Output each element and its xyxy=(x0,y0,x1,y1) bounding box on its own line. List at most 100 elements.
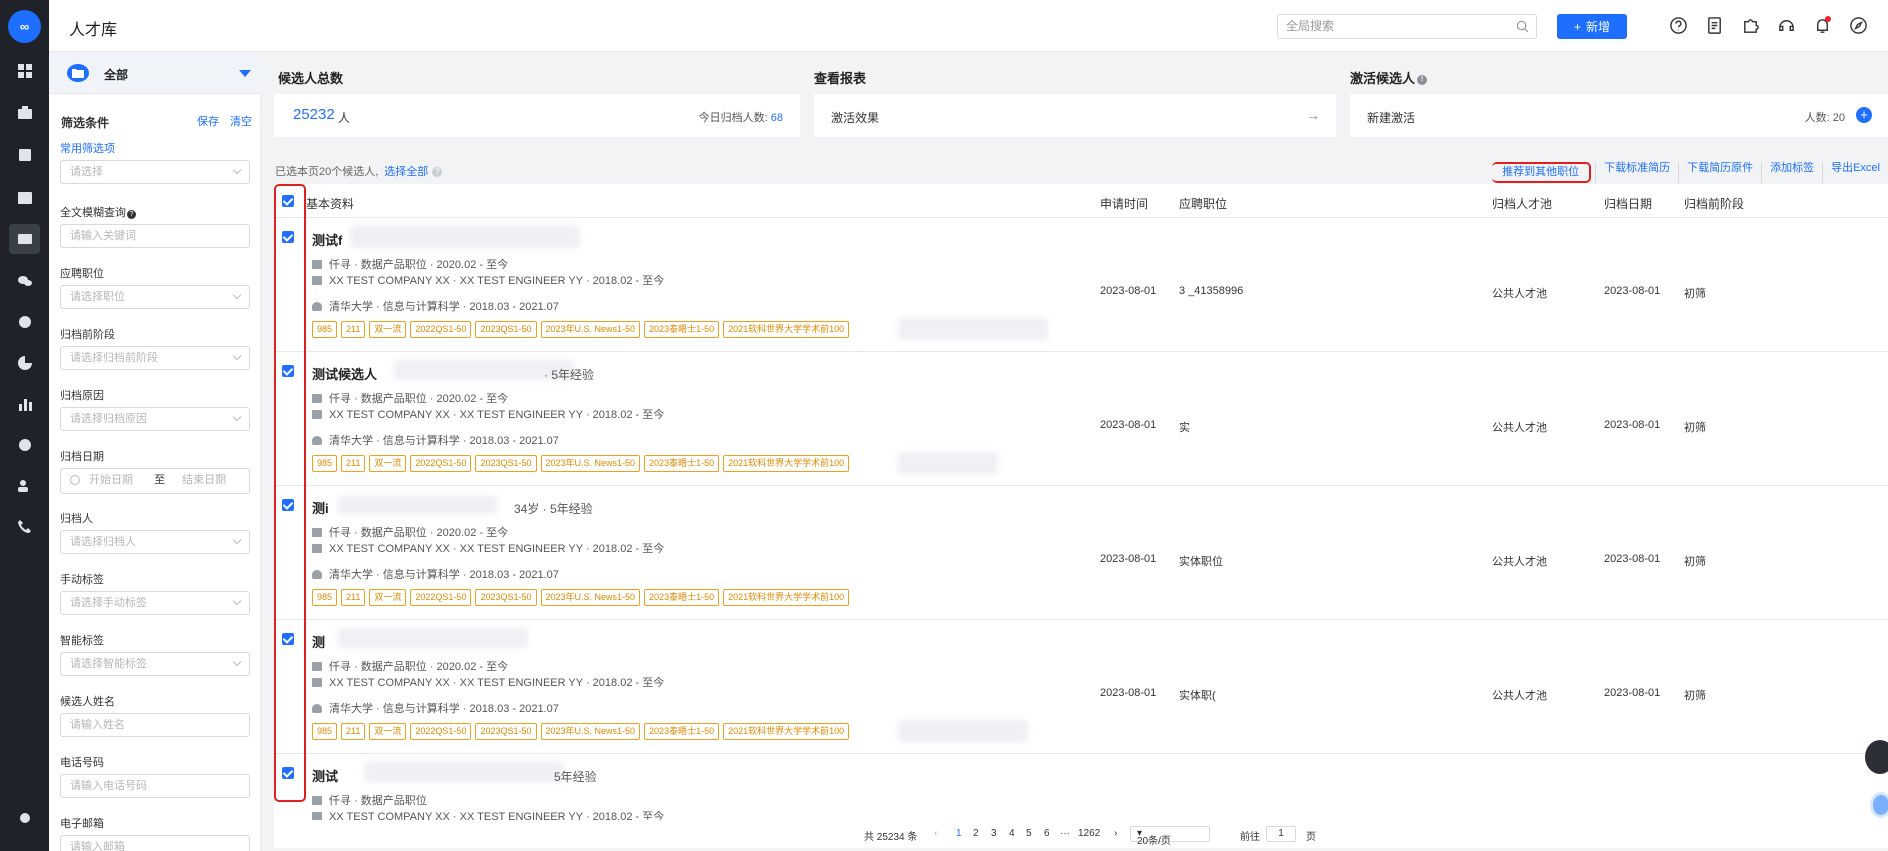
page-3[interactable]: 3 xyxy=(991,828,997,839)
document-icon[interactable] xyxy=(1705,16,1724,35)
smart-tag-filter-group: 智能标签 请选择智能标签 xyxy=(60,632,250,676)
pie-chart-icon[interactable] xyxy=(9,348,40,378)
phone-icon[interactable] xyxy=(9,512,40,542)
page-ellipsis[interactable]: ··· xyxy=(1060,828,1070,839)
tag: 双一流 xyxy=(369,723,407,740)
prestage-select[interactable]: 请选择归档前阶段 xyxy=(60,346,250,370)
global-search-input[interactable]: 全局搜索 xyxy=(1277,14,1537,39)
next-page-button[interactable]: › xyxy=(1114,828,1117,839)
tag: 2023年U.S. News1-50 xyxy=(540,455,641,472)
keyword-input[interactable]: 请输入关键词 xyxy=(60,224,250,248)
settings-icon[interactable] xyxy=(9,803,40,833)
chevron-down-icon xyxy=(232,535,242,545)
new-button[interactable]: + 新增 xyxy=(1557,14,1627,39)
table-header: 基本资料 申请时间 应聘职位 归档人才池 归档日期 归档前阶段 xyxy=(274,184,1888,218)
common-filter-select[interactable]: 请选择 xyxy=(60,160,250,184)
bell-icon[interactable] xyxy=(1813,16,1832,35)
phone-input[interactable]: 请输入电话号码 xyxy=(60,774,250,798)
date-range-input[interactable]: 开始日期 至 结束日期 xyxy=(60,468,250,494)
page-2[interactable]: 2 xyxy=(973,828,979,839)
calendar-icon[interactable] xyxy=(9,182,40,212)
clear-filter-link[interactable]: 清空 xyxy=(230,113,252,129)
graduation-cap-icon xyxy=(312,704,322,713)
add-circle-icon[interactable]: + xyxy=(1856,107,1872,123)
assistant-avatar[interactable] xyxy=(1870,792,1888,818)
briefcase-icon xyxy=(312,662,322,671)
graduation-cap-icon xyxy=(312,436,322,445)
candidate-name[interactable]: 测试f xyxy=(312,230,342,249)
tag: 2022QS1-50 xyxy=(410,455,472,472)
download-standard-resume-button[interactable]: 下载标准简历 xyxy=(1595,162,1678,183)
email-filter-group: 电子邮箱 请输入邮箱 xyxy=(60,815,250,851)
manual-tag-select[interactable]: 请选择手动标签 xyxy=(60,591,250,615)
download-original-resume-button[interactable]: 下载简历原件 xyxy=(1678,162,1761,183)
resume-icon[interactable] xyxy=(9,140,40,170)
education-line: 清华大学 · 信息与计算科学 · 2018.03 - 2021.07 xyxy=(312,432,559,448)
prev-page-button[interactable]: ‹ xyxy=(934,828,937,839)
headset-icon[interactable] xyxy=(1777,16,1796,35)
page-last[interactable]: 1262 xyxy=(1078,828,1100,839)
candidate-name[interactable]: 测i xyxy=(312,498,329,517)
page-6[interactable]: 6 xyxy=(1044,828,1050,839)
chevron-down-icon xyxy=(232,351,242,361)
tag: 2023QS1-50 xyxy=(475,455,537,472)
table-row[interactable]: 测试f 仟寻 · 数据产品职位 · 2020.02 - 至今 XX TEST C… xyxy=(274,218,1888,352)
folder-selector[interactable]: 全部 xyxy=(49,52,261,94)
reason-filter-group: 归档原因 请选择归档原因 xyxy=(60,387,250,431)
top-bar: 人才库 全局搜索 + 新增 xyxy=(49,0,1888,52)
recommend-other-position-button[interactable]: 推荐到其他职位 xyxy=(1492,162,1592,183)
name-input[interactable]: 请输入姓名 xyxy=(60,713,250,737)
smart-tag-select[interactable]: 请选择智能标签 xyxy=(60,652,250,676)
badge-icon[interactable] xyxy=(9,430,40,460)
table-row[interactable]: 测 仟寻 · 数据产品职位 · 2020.02 - 至今 XX TEST COM… xyxy=(274,620,1888,754)
add-tag-button[interactable]: 添加标签 xyxy=(1761,162,1822,183)
company-line: XX TEST COMPANY XX · XX TEST ENGINEER YY… xyxy=(312,406,664,422)
page-size-select[interactable]: 20条/页 ▾ xyxy=(1130,826,1210,847)
page-4[interactable]: 4 xyxy=(1009,828,1015,839)
tag: 2022QS1-50 xyxy=(410,589,472,606)
export-excel-button[interactable]: 导出Excel xyxy=(1822,162,1888,183)
briefcase-icon xyxy=(312,796,322,805)
tag: 双一流 xyxy=(369,455,407,472)
education-line: 清华大学 · 信息与计算科学 · 2018.03 - 2021.07 xyxy=(312,566,559,582)
help-circle-icon[interactable] xyxy=(1669,16,1688,35)
select-all-link[interactable]: 选择全部 xyxy=(384,166,428,178)
briefcase-icon[interactable] xyxy=(9,98,40,128)
briefcase-icon xyxy=(312,544,322,553)
tag: 2023泰晤士1-50 xyxy=(644,321,720,338)
compass-icon[interactable] xyxy=(1849,16,1868,35)
tag: 2023QS1-50 xyxy=(475,321,537,338)
page-5[interactable]: 5 xyxy=(1026,828,1032,839)
clock-icon xyxy=(70,475,80,485)
graduation-cap-icon xyxy=(312,570,322,579)
email-input[interactable]: 请输入邮箱 xyxy=(60,835,250,851)
candidate-table: 基本资料 申请时间 应聘职位 归档人才池 归档日期 归档前阶段 测试f 仟寻 ·… xyxy=(274,184,1888,834)
reason-select[interactable]: 请选择归档原因 xyxy=(60,407,250,431)
page-1[interactable]: 1 xyxy=(956,828,962,839)
report-card[interactable]: 激活效果 → xyxy=(814,94,1336,137)
info-icon: ! xyxy=(1417,75,1428,85)
phone-filter-group: 电话号码 请输入电话号码 xyxy=(60,754,250,798)
table-row[interactable]: 测试候选人 · 5年经验 仟寻 · 数据产品职位 · 2020.02 - 至今 … xyxy=(274,352,1888,486)
wechat-icon[interactable] xyxy=(9,266,40,296)
talent-pool-icon[interactable] xyxy=(9,224,40,254)
archiver-select[interactable]: 请选择归档人 xyxy=(60,530,250,554)
team-icon[interactable] xyxy=(9,471,40,501)
briefcase-icon xyxy=(312,528,322,537)
save-filter-link[interactable]: 保存 xyxy=(197,113,219,129)
candidate-name[interactable]: 测 xyxy=(312,632,325,651)
job-line: 仟寻 · 数据产品职位 · 2020.02 - 至今 xyxy=(312,658,508,674)
goto-page-input[interactable]: 1 xyxy=(1266,826,1296,842)
candidate-name[interactable]: 测试候选人 xyxy=(312,364,377,383)
app-logo[interactable]: ∞ xyxy=(8,10,41,43)
candidate-name[interactable]: 测试 xyxy=(312,766,338,785)
table-row[interactable]: 测i 34岁 · 5年经验 仟寻 · 数据产品职位 · 2020.02 - 至今… xyxy=(274,486,1888,620)
fire-icon[interactable] xyxy=(9,307,40,337)
bar-chart-icon[interactable] xyxy=(9,389,40,419)
dashboard-icon[interactable] xyxy=(9,56,40,86)
puzzle-icon[interactable] xyxy=(1741,16,1760,35)
page-title: 人才库 xyxy=(69,22,118,39)
position-select[interactable]: 请选择职位 xyxy=(60,285,250,309)
total-value[interactable]: 25232 xyxy=(293,106,335,123)
chat-float-button[interactable] xyxy=(1865,740,1888,774)
